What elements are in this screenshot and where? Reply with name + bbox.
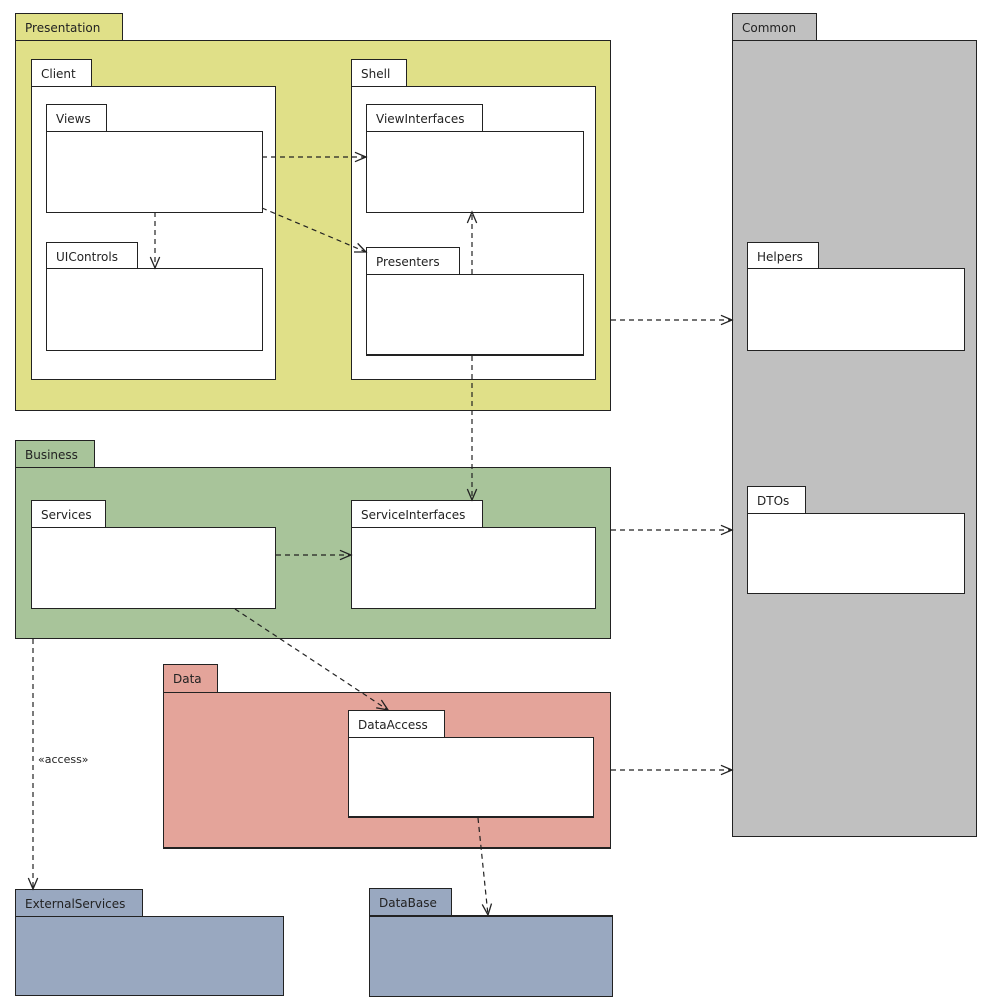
dependency-services-to-dataaccess [234,608,390,711]
open-arrowhead-icon [376,699,390,711]
dependency-business-to-common [611,524,734,536]
dependency-arrows [27,151,734,917]
dependency-views-to-presenters [261,207,368,253]
dependency-presenters-to-viewinterfaces [466,210,478,274]
dependency-services-to-serviceinterfaces [276,549,353,561]
dependency-presenters-to-serviceinterfaces [466,356,478,502]
dependency-views-to-viewinterfaces [262,151,368,163]
dependency-line [261,207,367,253]
dependency-business-to-externalservices [27,639,39,891]
dependency-dataaccess-to-database [477,817,493,917]
dependency-presentation-to-common [611,314,734,326]
dependency-data-to-common [611,764,734,776]
dependency-line [477,817,489,916]
access-stereotype-label: «access» [38,753,89,766]
dependency-line [234,608,389,711]
dependency-views-to-uicontrols [149,212,161,270]
